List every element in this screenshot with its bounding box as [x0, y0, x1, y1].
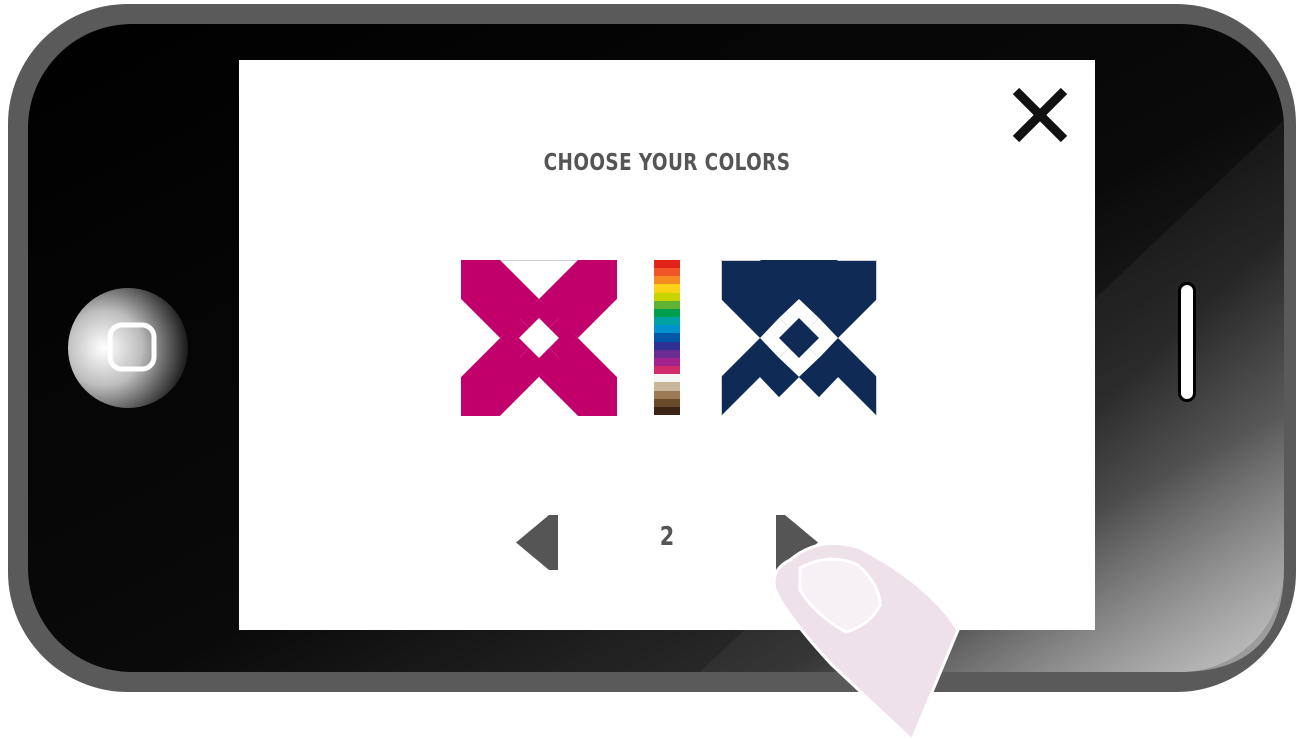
palette-swatch[interactable] [654, 382, 680, 391]
app-screen: CHOOSE YOUR COLORS 2 [239, 60, 1095, 630]
page-title: CHOOSE YOUR COLORS [543, 150, 791, 176]
page-number: 2 [659, 522, 675, 552]
palette-swatch[interactable] [654, 374, 680, 383]
pattern-tile-navy[interactable] [721, 260, 877, 416]
palette-swatch[interactable] [654, 276, 680, 285]
palette-swatch[interactable] [654, 366, 680, 375]
color-palette-strip[interactable] [654, 260, 680, 415]
pattern-tile-pink[interactable] [461, 260, 617, 416]
palette-swatch[interactable] [654, 390, 680, 399]
palette-swatch[interactable] [654, 268, 680, 277]
next-page-button[interactable] [776, 515, 818, 570]
palette-swatch[interactable] [654, 284, 680, 293]
speaker-slot [1181, 285, 1193, 399]
home-button[interactable] [68, 288, 188, 408]
quilt-pattern-pink [461, 260, 617, 416]
quilt-pattern-navy [721, 260, 877, 416]
palette-swatch[interactable] [654, 398, 680, 407]
previous-page-button[interactable] [516, 515, 558, 570]
palette-swatch[interactable] [654, 308, 680, 318]
palette-swatch[interactable] [654, 349, 680, 358]
palette-swatch[interactable] [654, 341, 680, 350]
palette-swatch[interactable] [654, 406, 680, 415]
palette-swatch[interactable] [654, 333, 680, 342]
palette-swatch[interactable] [654, 357, 680, 367]
triangle-right-icon [776, 515, 818, 570]
palette-swatch[interactable] [654, 260, 680, 269]
triangle-left-icon [516, 515, 558, 570]
close-icon [1012, 87, 1068, 143]
palette-swatch[interactable] [654, 300, 680, 309]
palette-swatch[interactable] [654, 317, 680, 326]
palette-swatch[interactable] [654, 292, 680, 301]
palette-swatch[interactable] [654, 325, 680, 334]
close-button[interactable] [1011, 86, 1069, 144]
